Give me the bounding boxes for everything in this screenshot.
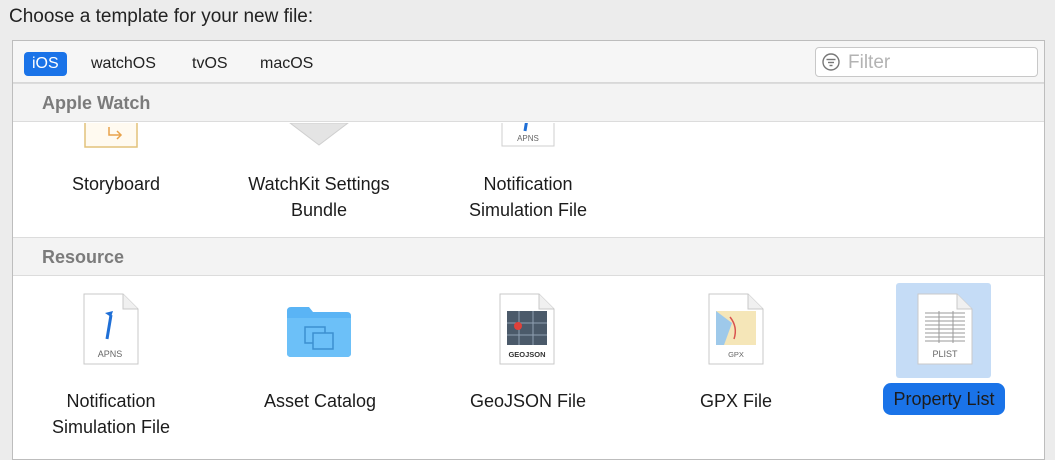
template-label: GPX File: [699, 391, 773, 411]
template-label: Simulation File: [51, 417, 171, 437]
gpx-file-icon: GPX: [708, 293, 764, 365]
template-label: Notification: [66, 391, 156, 411]
svg-text:GEOJSON: GEOJSON: [508, 350, 545, 359]
apns-file-icon: APNS: [501, 123, 555, 147]
plist-file-icon: PLIST: [917, 293, 973, 365]
template-label: Bundle: [290, 200, 348, 220]
section-header-resource: Resource: [13, 237, 1044, 276]
apns-file-icon: APNS: [83, 293, 139, 365]
template-item-geojson-file[interactable]: GeoJSON File: [438, 388, 618, 414]
svg-text:APNS: APNS: [98, 349, 123, 359]
settings-bundle-icon: [289, 123, 349, 146]
tab-ios[interactable]: iOS: [24, 52, 67, 76]
template-item-storyboard[interactable]: Storyboard: [26, 171, 206, 197]
template-item-notification-simulation-file[interactable]: Notification Simulation File: [438, 171, 618, 223]
template-label: Storyboard: [71, 174, 161, 194]
template-item-notification-simulation-file[interactable]: Notification Simulation File: [21, 388, 201, 440]
template-label: GeoJSON File: [469, 391, 587, 411]
filter-input[interactable]: [846, 50, 1035, 76]
template-label-selected: Property List: [883, 383, 1005, 415]
svg-text:GPX: GPX: [728, 350, 744, 359]
storyboard-icon: [84, 123, 138, 148]
filter-icon: [822, 53, 840, 71]
template-item-watchkit-settings-bundle[interactable]: WatchKit Settings Bundle: [229, 171, 409, 223]
template-label: Notification: [483, 174, 573, 194]
geojson-file-icon: GEOJSON: [499, 293, 555, 365]
folder-icon: [287, 307, 351, 357]
platform-tab-bar: iOS watchOS tvOS macOS: [13, 41, 1044, 83]
filter-field[interactable]: [815, 47, 1038, 77]
template-item-property-list[interactable]: Property List: [854, 383, 1034, 415]
tab-macos[interactable]: macOS: [252, 52, 321, 76]
svg-text:PLIST: PLIST: [932, 349, 958, 359]
dialog-prompt: Choose a template for your new file:: [9, 6, 314, 27]
template-label: Simulation File: [468, 200, 588, 220]
template-label: Asset Catalog: [263, 391, 377, 411]
tab-watchos[interactable]: watchOS: [83, 52, 164, 76]
template-chooser: iOS watchOS tvOS macOS Apple Watch APNS …: [12, 40, 1045, 460]
template-item-asset-catalog[interactable]: Asset Catalog: [230, 388, 410, 414]
template-item-gpx-file[interactable]: GPX File: [646, 388, 826, 414]
svg-text:APNS: APNS: [517, 134, 539, 143]
section-header-apple-watch: Apple Watch: [13, 83, 1044, 122]
tab-tvos[interactable]: tvOS: [184, 52, 236, 76]
template-label: WatchKit Settings: [248, 174, 390, 194]
